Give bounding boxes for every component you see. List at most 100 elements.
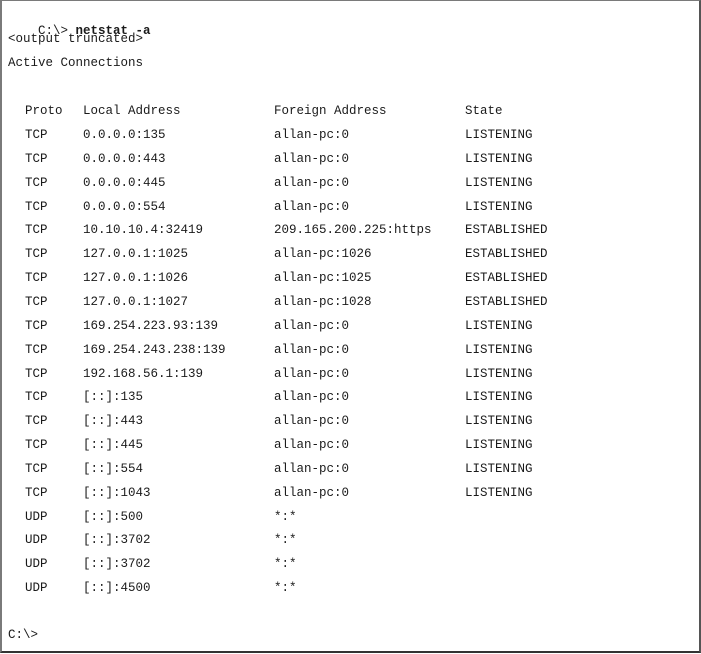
- table-row: UDP [::]:3702 *:*: [8, 532, 688, 548]
- cell-foreign-address: allan-pc:0: [274, 128, 350, 142]
- cell-local-address: 0.0.0.0:554: [83, 199, 166, 214]
- cell-foreign-address: *:*: [274, 509, 297, 524]
- table-row: UDP [::]:4500 *:*: [8, 580, 688, 596]
- cell-local-address: 0.0.0.0:443: [83, 151, 166, 166]
- table-row: TCP [::]:445 allan-pc:0 LISTENING: [8, 437, 688, 453]
- cell-proto: TCP: [25, 294, 48, 309]
- table-row: TCP 127.0.0.1:1027 allan-pc:1028 ESTABLISHE…: [8, 294, 688, 310]
- header-foreign-address: Foreign Address: [274, 104, 387, 118]
- cell-proto: TCP: [25, 390, 48, 405]
- cell-local-address: 192.168.56.1:139: [83, 366, 204, 381]
- table-row: TCP [::]:1043 allan-pc:0 LISTENING: [8, 485, 688, 501]
- cell-proto: TCP: [25, 247, 48, 262]
- cell-local-address: 0.0.0.0:445: [83, 175, 166, 190]
- cell-state: LISTENING: [465, 318, 533, 333]
- cell-foreign-address: 209.165.200.225:https: [274, 223, 432, 238]
- cell-local-address: 0.0.0.0:135: [83, 128, 166, 142]
- table-row: TCP 0.0.0.0:554 allan-pc:0 LISTENING: [8, 199, 688, 215]
- table-row: TCP [::]:135 allan-pc:0 LISTENING: [8, 389, 688, 405]
- header-proto: Proto: [25, 104, 63, 118]
- table-row: TCP 127.0.0.1:1025 allan-pc:1026 ESTABLISHE…: [8, 246, 688, 262]
- cell-local-address: [::]:445: [83, 438, 144, 453]
- header-local-address: Local Address: [83, 104, 181, 118]
- cell-local-address: 169.254.243.238:139: [83, 342, 226, 357]
- cell-foreign-address: allan-pc:0: [274, 175, 350, 190]
- section-title: Active Connections: [8, 56, 144, 70]
- cell-local-address: [::]:135: [83, 390, 144, 405]
- table-row: TCP 127.0.0.1:1026 allan-pc:1025 ESTABLISHE…: [8, 270, 688, 286]
- table-header: Proto Local Address Foreign Address Stat…: [8, 103, 688, 119]
- cell-state: LISTENING: [465, 414, 533, 429]
- cell-foreign-address: allan-pc:0: [274, 366, 350, 381]
- cell-state: LISTENING: [465, 366, 533, 381]
- cell-foreign-address: allan-pc:0: [274, 151, 350, 166]
- cell-proto: TCP: [25, 223, 48, 238]
- cell-foreign-address: allan-pc:0: [274, 199, 350, 214]
- cell-state: LISTENING: [465, 342, 533, 357]
- output-notice: <output truncated>: [8, 32, 144, 46]
- cell-proto: TCP: [25, 128, 48, 142]
- table-row: TCP 0.0.0.0:135 allan-pc:0 LISTENING: [8, 127, 688, 143]
- cell-state: ESTABLISHED: [465, 294, 548, 309]
- table-row: TCP 10.10.10.4:32419 209.165.200.225:https…: [8, 222, 688, 238]
- header-state: State: [465, 104, 503, 118]
- table-row: TCP 0.0.0.0:443 allan-pc:0 LISTENING: [8, 151, 688, 167]
- cell-foreign-address: allan-pc:1026: [274, 247, 372, 262]
- cell-foreign-address: *:*: [274, 581, 297, 596]
- cell-foreign-address: allan-pc:0: [274, 461, 350, 476]
- final-prompt[interactable]: C:\>: [8, 627, 38, 643]
- table-row: TCP 192.168.56.1:139 allan-pc:0 LISTENING: [8, 366, 688, 382]
- table-row: TCP 169.254.223.93:139 allan-pc:0 LISTENING: [8, 318, 688, 334]
- cell-state: ESTABLISHED: [465, 247, 548, 262]
- cell-local-address: [::]:1043: [83, 485, 151, 500]
- cell-proto: TCP: [25, 342, 48, 357]
- table-row: UDP [::]:500 *:*: [8, 509, 688, 525]
- cell-proto: UDP: [25, 509, 48, 524]
- cell-state: LISTENING: [465, 438, 533, 453]
- cell-proto: TCP: [25, 414, 48, 429]
- cell-foreign-address: allan-pc:0: [274, 318, 350, 333]
- cell-local-address: 127.0.0.1:1027: [83, 294, 189, 309]
- cell-state: LISTENING: [465, 485, 533, 500]
- cell-proto: TCP: [25, 271, 48, 286]
- cell-state: LISTENING: [465, 175, 533, 190]
- cell-proto: TCP: [25, 318, 48, 333]
- cell-state: LISTENING: [465, 199, 533, 214]
- cell-foreign-address: allan-pc:0: [274, 342, 350, 357]
- table-row: TCP [::]:554 allan-pc:0 LISTENING: [8, 461, 688, 477]
- cell-proto: TCP: [25, 485, 48, 500]
- cell-state: ESTABLISHED: [465, 271, 548, 286]
- cell-local-address: 127.0.0.1:1025: [83, 247, 189, 262]
- cell-state: LISTENING: [465, 151, 533, 166]
- cell-local-address: [::]:500: [83, 509, 144, 524]
- terminal-window[interactable]: C:\> netstat -a <output truncated> Activ…: [0, 0, 701, 653]
- cell-foreign-address: allan-pc:0: [274, 414, 350, 429]
- cell-proto: UDP: [25, 557, 48, 572]
- cell-proto: TCP: [25, 199, 48, 214]
- cell-state: LISTENING: [465, 390, 533, 405]
- cell-foreign-address: allan-pc:0: [274, 438, 350, 453]
- table-row: TCP 169.254.243.238:139 allan-pc:0 LISTENIN…: [8, 342, 688, 358]
- cell-local-address: [::]:3702: [83, 557, 151, 572]
- cell-foreign-address: allan-pc:0: [274, 485, 350, 500]
- cell-proto: UDP: [25, 533, 48, 548]
- table-row: UDP [::]:3702 *:*: [8, 556, 688, 572]
- table-row: TCP 0.0.0.0:445 allan-pc:0 LISTENING: [8, 175, 688, 191]
- cell-proto: TCP: [25, 438, 48, 453]
- cell-foreign-address: allan-pc:1025: [274, 271, 372, 286]
- cell-proto: UDP: [25, 581, 48, 596]
- command-line: C:\> netstat -a: [8, 7, 151, 38]
- cell-proto: TCP: [25, 175, 48, 190]
- cell-foreign-address: *:*: [274, 557, 297, 572]
- cell-local-address: 127.0.0.1:1026: [83, 271, 189, 286]
- cell-local-address: 169.254.223.93:139: [83, 318, 219, 333]
- cell-local-address: [::]:3702: [83, 533, 151, 548]
- cell-foreign-address: allan-pc:1028: [274, 294, 372, 309]
- cell-local-address: [::]:443: [83, 414, 144, 429]
- cell-proto: TCP: [25, 461, 48, 476]
- cell-foreign-address: allan-pc:0: [274, 390, 350, 405]
- cell-local-address: [::]:554: [83, 461, 144, 476]
- cell-local-address: [::]:4500: [83, 581, 151, 596]
- table-row: TCP [::]:443 allan-pc:0 LISTENING: [8, 413, 688, 429]
- cell-foreign-address: *:*: [274, 533, 297, 548]
